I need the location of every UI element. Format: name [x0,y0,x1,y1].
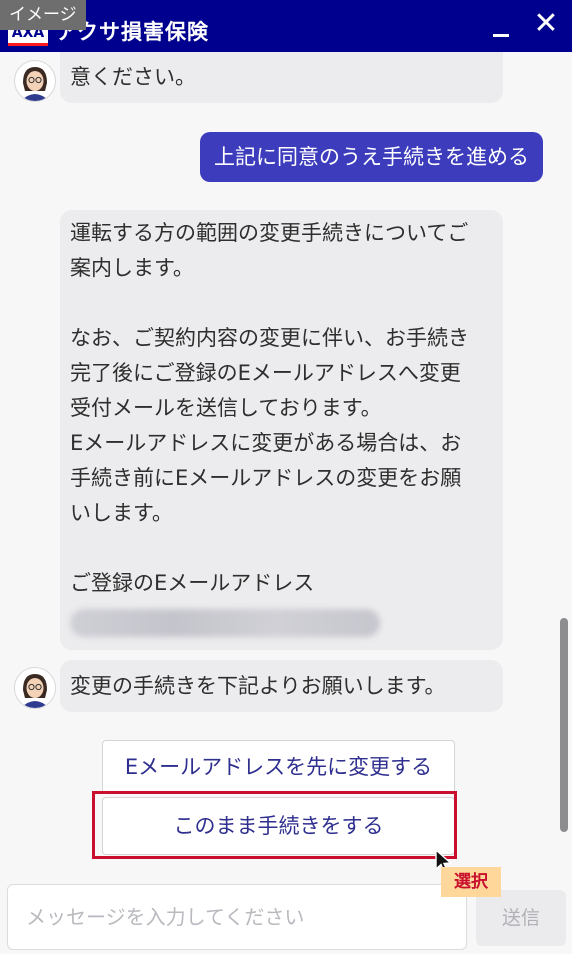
bot-message-bubble: 変更の手続きを下記よりお願いします。 [60,660,503,712]
select-annotation: 選択 [441,867,501,897]
bot-message-bubble: 運転する方の範囲の変更手続きについてご 案内します。 なお、ご契約内容の変更に伴… [60,210,503,650]
message-line: ご登録のEメールアドレス [70,571,315,595]
change-email-first-button[interactable]: Eメールアドレスを先に変更する [102,740,455,794]
message-line: Eメールアドレスに変更がある場合は、お [70,431,462,455]
bot-message-bubble: 意ください。 [60,52,503,103]
message-line: 意ください。 [70,65,196,89]
chat-scrollbar[interactable] [560,618,568,832]
user-message-bubble: 上記に同意のうえ手続きを進める [200,132,543,182]
message-line: 完了後にご登録のEメールアドレスへ変更 [70,361,461,385]
title-bar: AXA アクサ損害保険 ✕ [0,0,572,52]
continue-procedure-button[interactable]: このまま手続きをする [102,797,455,855]
operator-avatar [14,667,56,709]
minimize-icon[interactable] [480,6,520,46]
message-line: いします。 [70,501,173,525]
message-line [70,531,493,566]
message-input[interactable]: メッセージを入力してください [7,884,467,950]
message-line: 運転する方の範囲の変更手続きについてご [70,221,469,245]
image-tag-label: イメージ [0,0,86,30]
message-line: 受付メールを送信しております。 [70,396,382,420]
operator-avatar [14,60,56,102]
redacted-email [70,609,380,637]
message-line: なお、ご契約内容の変更に伴い、お手続き [70,326,469,350]
message-line [70,286,493,321]
message-line: 変更の手続きを下記よりお願いします。 [70,674,446,698]
send-button[interactable]: 送信 [476,890,566,946]
message-line: 手続き前にEメールアドレスの変更をお願 [70,466,462,490]
message-line: 案内します。 [70,256,194,280]
close-icon[interactable]: ✕ [526,6,566,46]
